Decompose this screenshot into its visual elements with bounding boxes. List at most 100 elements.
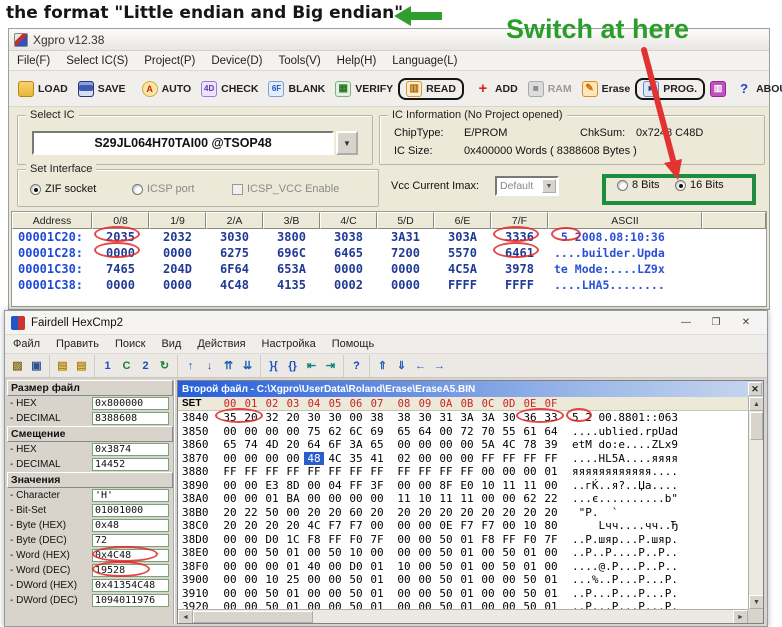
hex-byte[interactable]: 00 — [499, 465, 519, 479]
hex-byte[interactable]: 00 — [478, 587, 498, 601]
hex-byte[interactable]: 72 — [457, 425, 477, 439]
hex-byte[interactable]: 50 — [436, 573, 456, 587]
hex-byte[interactable]: 00 — [520, 465, 540, 479]
hex-byte[interactable]: 00 — [394, 573, 414, 587]
prev-diff-button[interactable]: ↑ — [181, 357, 200, 375]
blank-button[interactable]: 6FBLANK — [263, 78, 330, 100]
hex-byte[interactable]: 01 — [541, 465, 561, 479]
hex-byte[interactable]: FF — [520, 452, 540, 466]
hex-byte[interactable]: FF — [241, 465, 261, 479]
word-cell[interactable]: 6275 — [206, 246, 263, 260]
hex-byte[interactable]: 50 — [325, 546, 345, 560]
hex-byte[interactable]: 50 — [499, 546, 519, 560]
hex-byte[interactable]: FF — [499, 533, 519, 547]
16-bits-radio[interactable]: 16 Bits — [675, 179, 724, 191]
horizontal-scrollbar-thumb[interactable] — [193, 611, 313, 623]
hex-byte[interactable]: 00 — [325, 600, 345, 609]
hex-byte[interactable]: 00 — [415, 452, 435, 466]
horizontal-scrollbar[interactable]: ◄ ► — [178, 609, 748, 623]
hex-byte[interactable]: 50 — [520, 573, 540, 587]
hex-byte[interactable]: 0E — [436, 519, 456, 533]
word-cell[interactable]: 2035 — [92, 230, 149, 244]
hex-byte[interactable]: 6C — [346, 425, 366, 439]
hex-byte[interactable]: 00 — [394, 519, 414, 533]
hex-byte[interactable]: 01 — [520, 560, 540, 574]
hex-byte[interactable]: 20 — [457, 506, 477, 520]
vcc-imax-combobox[interactable]: Default ▼ — [495, 176, 559, 196]
hex-byte[interactable]: 20 — [541, 506, 561, 520]
word-cell[interactable]: 653A — [263, 262, 320, 276]
word-cell[interactable]: 3978 — [491, 262, 548, 276]
icsp-port-radio[interactable]: ICSP port — [132, 183, 195, 195]
hex-byte[interactable]: 20 — [283, 411, 303, 425]
hex-byte[interactable]: 30 — [325, 411, 345, 425]
menu-item-item[interactable]: Действия — [189, 336, 253, 352]
hex-byte[interactable]: 00 — [304, 600, 324, 609]
hex-byte[interactable]: FF — [325, 465, 345, 479]
hex-byte[interactable]: 00 — [241, 533, 261, 547]
hex-byte[interactable]: 20 — [394, 506, 414, 520]
hex-byte[interactable]: 62 — [520, 492, 540, 506]
hex-byte[interactable]: E3 — [262, 479, 282, 493]
hex-byte[interactable]: 00 — [499, 573, 519, 587]
hex-byte[interactable]: 00 — [499, 519, 519, 533]
hex-byte[interactable]: 33 — [541, 411, 561, 425]
word-cell[interactable]: 204D — [149, 262, 206, 276]
hex-byte[interactable]: 4C — [499, 438, 519, 452]
zif-socket-radio[interactable]: ZIF socket — [30, 183, 96, 195]
hex-byte[interactable]: 00 — [325, 573, 345, 587]
hex-byte[interactable]: 20 — [325, 506, 345, 520]
ic-select-combobox[interactable]: S29JL064H70TAI00 @TSOP48 — [32, 131, 334, 155]
hex-byte[interactable]: 00 — [283, 425, 303, 439]
icsp-vcc-checkbox[interactable]: ICSP_VCC Enable — [232, 183, 339, 195]
hexcmp-titlebar[interactable]: Fairdell HexCmp2 — ❐ ✕ — [5, 311, 767, 335]
hex-byte[interactable]: 00 — [457, 452, 477, 466]
word-cell[interactable]: 3800 — [263, 230, 320, 244]
hex-byte[interactable]: FF — [541, 452, 561, 466]
ic-select-dropdown-button[interactable]: ▼ — [336, 131, 358, 155]
page-up-button[interactable]: ⇑ — [373, 357, 392, 375]
open-first-file-button[interactable]: ▤ — [53, 357, 72, 375]
word-cell[interactable]: 0000 — [377, 278, 434, 292]
hex-byte[interactable]: FF — [436, 465, 456, 479]
hex-byte[interactable]: 01 — [541, 587, 561, 601]
hex-byte[interactable]: 00 — [478, 573, 498, 587]
close-button[interactable]: ✕ — [731, 313, 761, 332]
hex-byte[interactable]: F7 — [346, 519, 366, 533]
hex-byte[interactable]: 01 — [283, 587, 303, 601]
hex-byte[interactable]: 00 — [394, 438, 414, 452]
hex-byte[interactable]: 65 — [367, 438, 387, 452]
add-button[interactable]: +ADD — [470, 78, 523, 100]
hex-byte[interactable]: 25 — [283, 573, 303, 587]
hex-byte[interactable]: 3F — [367, 479, 387, 493]
hex-byte[interactable]: 10 — [262, 573, 282, 587]
hex-byte[interactable]: F7 — [457, 519, 477, 533]
hex-byte[interactable]: 01 — [283, 560, 303, 574]
hex-byte[interactable]: FF — [262, 465, 282, 479]
hex-byte[interactable]: 30 — [415, 411, 435, 425]
hex-byte[interactable]: 32 — [262, 411, 282, 425]
scroll-left-button[interactable]: ◄ — [178, 610, 193, 624]
hex-byte[interactable]: 00 — [220, 600, 240, 609]
hex-byte[interactable]: 20 — [520, 506, 540, 520]
hex-byte[interactable]: 00 — [394, 533, 414, 547]
hex-byte[interactable]: 00 — [241, 560, 261, 574]
recompare-button[interactable]: ↻ — [155, 357, 174, 375]
hex-byte[interactable]: 30 — [499, 411, 519, 425]
hex-byte[interactable]: 01 — [283, 546, 303, 560]
hex-byte[interactable]: 00 — [415, 533, 435, 547]
hex-byte[interactable]: 00 — [283, 506, 303, 520]
hex-byte[interactable]: 35 — [220, 411, 240, 425]
hex-byte[interactable]: 00 — [394, 479, 414, 493]
hex-byte[interactable]: F0 — [520, 533, 540, 547]
hex-byte[interactable]: 50 — [346, 587, 366, 601]
hex-byte[interactable]: 00 — [367, 492, 387, 506]
compare-button[interactable]: C — [117, 357, 136, 375]
word-cell[interactable]: 0002 — [320, 278, 377, 292]
hex-byte[interactable]: 40 — [304, 560, 324, 574]
help-button[interactable]: ? — [347, 357, 366, 375]
hex-byte[interactable]: 01 — [367, 560, 387, 574]
8-bits-radio[interactable]: 8 Bits — [617, 179, 660, 191]
hex-byte[interactable]: 00 — [304, 587, 324, 601]
about-button[interactable]: ?ABOUT — [731, 78, 782, 100]
